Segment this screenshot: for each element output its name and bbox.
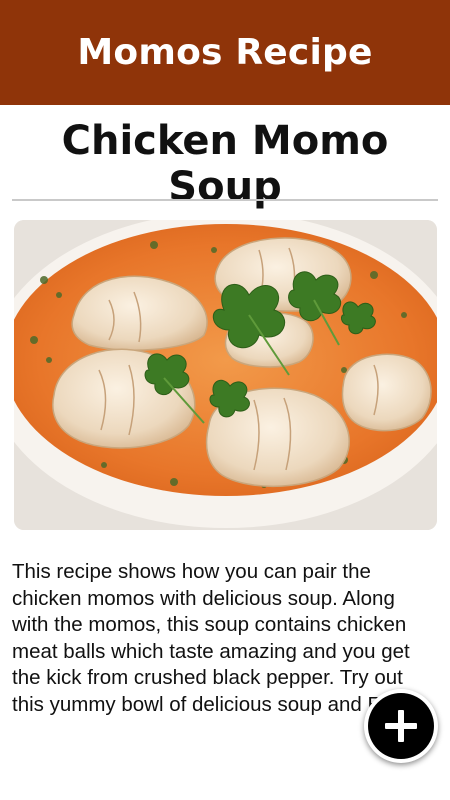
recipe-description: This recipe shows how you can pair the c… [12, 560, 425, 716]
add-button-circle[interactable] [368, 693, 434, 759]
add-button[interactable] [364, 689, 438, 763]
plus-icon [385, 710, 417, 742]
app-title: Momos Recipe [77, 32, 373, 73]
recipe-title: Chicken Momo Soup [61, 118, 389, 210]
recipe-image [14, 220, 437, 530]
app-bar: Momos Recipe [0, 0, 450, 105]
divider [12, 199, 438, 201]
